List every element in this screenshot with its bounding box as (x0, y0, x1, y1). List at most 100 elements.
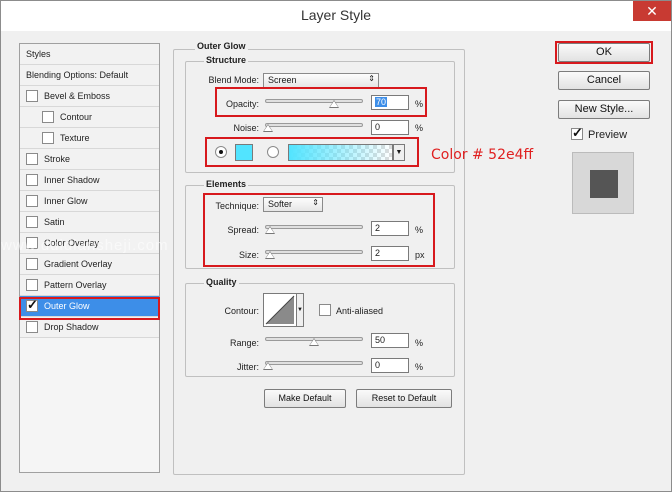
solid-color-radio[interactable] (215, 146, 227, 158)
title-bar[interactable]: Layer Style ✕ (1, 1, 671, 31)
blend-mode-select[interactable]: Screen ⇕ (263, 73, 379, 88)
style-item-contour[interactable]: Contour (20, 107, 159, 128)
style-checkbox[interactable] (26, 321, 38, 333)
style-item-inner-shadow[interactable]: Inner Shadow (20, 170, 159, 191)
quality-title: Quality (204, 277, 239, 287)
preview-thumbnail (572, 152, 634, 214)
contour-curve-icon (265, 295, 295, 325)
style-item-satin[interactable]: Satin (20, 212, 159, 233)
style-item-label: Contour (60, 112, 93, 122)
opacity-value: 70 (375, 97, 388, 107)
layer-style-dialog: Layer Style ✕ Styles Blending Options: De… (0, 0, 672, 492)
window-title: Layer Style (300, 7, 372, 23)
style-item-inner-glow[interactable]: Inner Glow (20, 191, 159, 212)
spread-label: Spread: (227, 225, 259, 235)
style-checkbox[interactable] (26, 174, 38, 186)
spread-slider[interactable] (265, 225, 363, 229)
style-item-label: Bevel & Emboss (44, 91, 111, 101)
style-checkbox[interactable] (26, 153, 38, 165)
style-item-label: Inner Shadow (44, 175, 100, 185)
style-item-gradient-overlay[interactable]: Gradient Overlay (20, 254, 159, 275)
style-checkbox[interactable] (26, 195, 38, 207)
style-item-bevel-emboss[interactable]: Bevel & Emboss (20, 86, 159, 107)
opacity-unit: % (415, 99, 424, 109)
chevron-down-icon: ▼ (395, 149, 403, 156)
preview-label: Preview (588, 129, 628, 141)
jitter-input[interactable]: 0 (371, 358, 409, 373)
size-slider-thumb[interactable] (265, 251, 275, 259)
style-item-drop-shadow[interactable]: Drop Shadow (20, 317, 159, 338)
styles-list: Styles Blending Options: Default Bevel & E… (19, 43, 160, 473)
contour-picker[interactable] (263, 293, 297, 327)
gradient-dropdown-button[interactable]: ▼ (393, 144, 405, 161)
style-item-pattern-overlay[interactable]: Pattern Overlay (20, 275, 159, 296)
updown-arrow-icon: ⇕ (368, 74, 375, 83)
noise-input[interactable]: 0 (371, 120, 409, 135)
range-input[interactable]: 50 (371, 333, 409, 348)
style-checkbox[interactable] (26, 216, 38, 228)
contour-label: Contour: (224, 306, 259, 316)
make-default-button[interactable]: Make Default (264, 389, 346, 408)
style-item-label: Gradient Overlay (44, 259, 113, 269)
color-annotation: Color # 52e4ff (431, 147, 534, 163)
reset-to-default-button[interactable]: Reset to Default (356, 389, 452, 408)
blend-mode-label: Blend Mode: (208, 75, 259, 85)
style-item-label: Stroke (44, 154, 71, 164)
style-item-blending-options-default[interactable]: Blending Options: Default (20, 65, 159, 86)
style-checkbox[interactable] (26, 90, 38, 102)
preview-checkbox[interactable] (571, 125, 583, 141)
style-item-label: Satin (44, 217, 65, 227)
spread-unit: % (415, 225, 424, 235)
close-button[interactable]: ✕ (633, 1, 671, 21)
opacity-slider[interactable] (265, 99, 363, 103)
antialiased-label: Anti-aliased (336, 306, 384, 316)
range-label: Range: (229, 338, 259, 348)
glow-color-swatch[interactable] (235, 144, 253, 161)
opacity-slider-thumb[interactable] (329, 100, 339, 108)
noise-slider[interactable] (265, 123, 363, 127)
style-item-label: Blending Options: Default (26, 70, 129, 80)
contour-dropdown-button[interactable]: ▼ (296, 293, 304, 327)
size-label: Size: (238, 250, 259, 260)
updown-arrow-icon: ⇕ (312, 198, 319, 207)
preview-swatch (590, 170, 618, 198)
spread-input[interactable]: 2 (371, 221, 409, 236)
outer-glow-highlight (19, 297, 160, 320)
style-item-texture[interactable]: Texture (20, 128, 159, 149)
size-input[interactable]: 2 (371, 246, 409, 261)
size-unit: px (415, 250, 425, 260)
technique-value: Softer (268, 199, 293, 209)
range-slider-thumb[interactable] (309, 338, 319, 346)
new-style-button[interactable]: New Style... (558, 100, 650, 119)
technique-label: Technique: (215, 201, 259, 211)
glow-gradient-picker[interactable] (288, 144, 393, 161)
technique-select[interactable]: Softer ⇕ (263, 197, 323, 212)
jitter-slider-thumb[interactable] (263, 362, 273, 370)
style-item-label: Pattern Overlay (44, 280, 107, 290)
jitter-unit: % (415, 362, 424, 372)
style-item-stroke[interactable]: Stroke (20, 149, 159, 170)
opacity-label: Opacity: (225, 99, 259, 109)
style-checkbox[interactable] (26, 258, 38, 270)
opacity-input[interactable]: 70 (371, 95, 409, 110)
style-checkbox[interactable] (42, 132, 54, 144)
style-checkbox[interactable] (42, 111, 54, 123)
blend-mode-value: Screen (268, 75, 297, 85)
structure-title: Structure (204, 55, 249, 65)
cancel-button[interactable]: Cancel (558, 71, 650, 90)
spread-slider-thumb[interactable] (265, 226, 275, 234)
size-slider[interactable] (265, 250, 363, 254)
gradient-radio[interactable] (267, 146, 279, 158)
jitter-slider[interactable] (265, 361, 363, 365)
outer-glow-title: Outer Glow (195, 41, 248, 51)
ok-button[interactable]: OK (558, 43, 650, 62)
range-unit: % (415, 338, 424, 348)
style-checkbox[interactable] (26, 279, 38, 291)
style-item-label: Styles (26, 49, 51, 59)
style-item-styles[interactable]: Styles (20, 44, 159, 65)
style-item-label: Drop Shadow (44, 322, 99, 332)
noise-unit: % (415, 123, 424, 133)
antialiased-checkbox[interactable] (319, 304, 331, 316)
noise-slider-thumb[interactable] (263, 124, 273, 132)
style-item-label: Inner Glow (44, 196, 88, 206)
